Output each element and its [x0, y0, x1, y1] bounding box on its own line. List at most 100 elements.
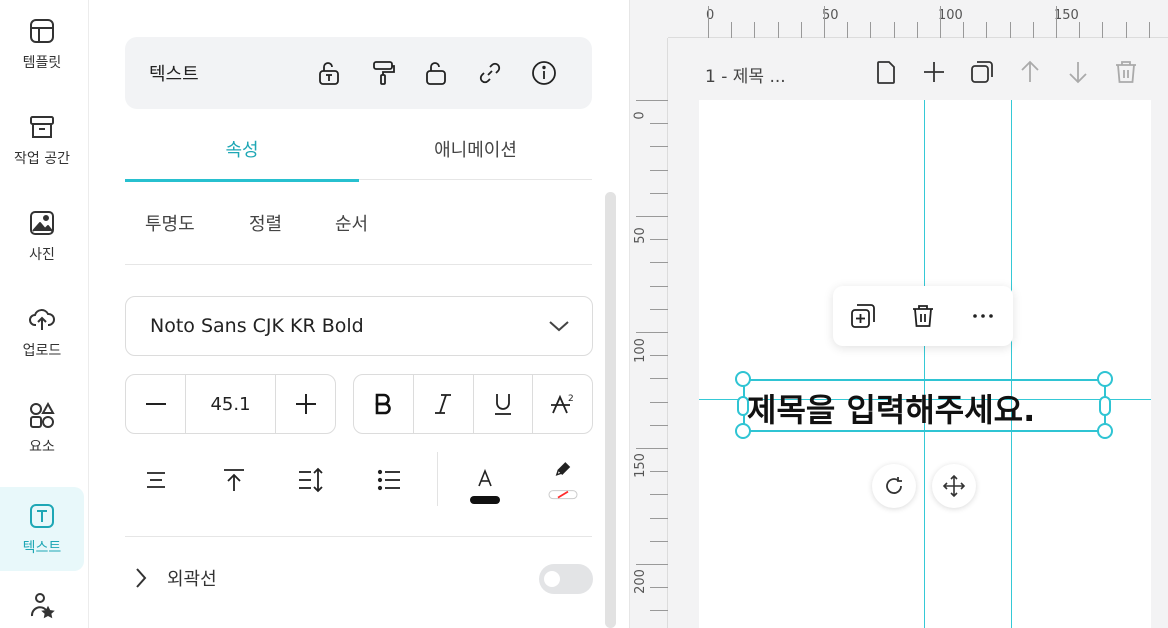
align-top-icon	[224, 469, 244, 491]
ruler-tick	[1032, 22, 1034, 38]
ruler-tick	[940, 6, 941, 38]
subtab-align[interactable]: 정렬	[249, 210, 282, 236]
plus-icon	[295, 394, 316, 414]
ruler-tick	[650, 610, 668, 612]
page-header: 1 - 제목 ...	[668, 38, 1168, 100]
svg-text:2: 2	[568, 394, 574, 404]
decrease-size-button[interactable]	[126, 375, 185, 433]
resize-handle-bottom-left[interactable]	[735, 423, 751, 439]
ruler-tick	[650, 146, 668, 148]
subtab-order[interactable]: 순서	[335, 210, 368, 236]
divider	[125, 536, 592, 537]
chevron-right-icon[interactable]	[133, 567, 149, 589]
align-lines-icon	[147, 472, 165, 488]
vertical-align-top-button[interactable]	[214, 460, 254, 500]
link-button[interactable]	[476, 59, 504, 87]
ruler-top: 0 50 100 150	[668, 0, 1168, 38]
left-nav: 템플릿 작업 공간 사진 업로드 요소 텍스트	[0, 0, 89, 628]
ruler-label: 150	[632, 453, 648, 478]
minus-icon	[145, 403, 166, 405]
underline-button[interactable]	[472, 375, 533, 433]
letter-spacing-button[interactable]	[291, 460, 331, 500]
lock-button[interactable]	[422, 59, 450, 87]
nav-item-text[interactable]: 텍스트	[0, 487, 84, 571]
text-color-swatch	[470, 496, 500, 504]
outline-toggle[interactable]	[539, 564, 593, 594]
italic-icon	[435, 394, 452, 414]
properties-panel: 텍스트 속성 애니메이션 투명도 정렬 순서 Noto Sans CJK KR …	[89, 0, 629, 628]
duplicate-element-button[interactable]	[848, 301, 878, 331]
ruler-tick	[986, 22, 988, 38]
delete-element-button[interactable]	[908, 301, 938, 331]
resize-handle-bottom-right[interactable]	[1097, 423, 1113, 439]
nav-item-templates[interactable]: 템플릿	[0, 2, 84, 86]
font-size-input[interactable]: 45.1	[185, 375, 276, 433]
increase-size-button[interactable]	[276, 375, 335, 433]
ruler-tick	[1148, 22, 1150, 38]
info-button[interactable]	[530, 59, 558, 87]
toolbar-divider	[437, 452, 438, 506]
more-icon	[973, 314, 993, 318]
italic-button[interactable]	[412, 375, 473, 433]
nav-item-workspace[interactable]: 작업 공간	[0, 98, 84, 182]
selected-text-element[interactable]: 제목을 입력해주세요.	[743, 379, 1106, 432]
page-name[interactable]: 1 - 제목 ...	[705, 62, 786, 87]
nav-item-elements[interactable]: 요소	[0, 386, 84, 470]
arrow-up-icon	[1021, 60, 1039, 82]
text-color-button[interactable]	[465, 462, 505, 508]
plus-icon	[924, 62, 944, 82]
list-icon	[377, 469, 400, 491]
resize-handle-left[interactable]	[737, 396, 749, 416]
text-element-content[interactable]: 제목을 입력해주세요.	[747, 385, 1035, 431]
paint-roller-button[interactable]	[369, 59, 397, 87]
ruler-tick	[650, 587, 668, 589]
editor-root: 템플릿 작업 공간 사진 업로드 요소 텍스트 텍스트 속성 애니메이션 투명도…	[0, 0, 1168, 628]
trash-icon	[1116, 61, 1136, 83]
rotate-handle[interactable]	[872, 464, 916, 508]
nav-label: 작업 공간	[14, 151, 70, 167]
ruler-left: 0 50 100 150 200	[630, 38, 668, 628]
tab-properties[interactable]: 속성	[125, 118, 359, 182]
ruler-tick	[650, 517, 668, 519]
superscript-strike-button[interactable]: 2	[532, 375, 592, 433]
move-page-up-button[interactable]	[1016, 58, 1044, 86]
delete-page-button[interactable]	[1112, 58, 1140, 86]
ruler-tick	[1009, 22, 1011, 38]
new-page-button[interactable]	[872, 58, 900, 86]
ruler-tick	[870, 22, 872, 38]
font-family-select[interactable]: Noto Sans CJK KR Bold	[125, 296, 593, 356]
nav-item-upload[interactable]: 업로드	[0, 290, 84, 374]
move-handle[interactable]	[932, 464, 976, 508]
panel-scrollbar[interactable]	[605, 192, 616, 628]
line-spacing-button[interactable]	[136, 460, 176, 500]
bullet-list-button[interactable]	[369, 460, 409, 500]
bold-button[interactable]	[354, 375, 413, 433]
duplicate-page-button[interactable]	[968, 58, 996, 86]
resize-handle-right[interactable]	[1099, 396, 1111, 416]
cloud-upload-icon	[29, 309, 55, 330]
duplicate-plus-icon	[851, 304, 875, 328]
scrollbar-thumb[interactable]	[605, 192, 616, 628]
ruler-tick	[636, 216, 668, 217]
more-options-button[interactable]	[968, 301, 998, 331]
ruler-tick	[893, 22, 895, 38]
design-page[interactable]	[699, 100, 1151, 628]
subtab-opacity[interactable]: 투명도	[145, 210, 195, 236]
nav-item-photos[interactable]: 사진	[0, 194, 84, 278]
outline-label: 외곽선	[167, 569, 217, 590]
ruler-tick	[650, 494, 668, 496]
nav-label: 업로드	[22, 343, 62, 359]
ruler-tick	[650, 401, 668, 403]
add-page-button[interactable]	[920, 58, 948, 86]
nav-item-character[interactable]	[0, 582, 84, 628]
guide-line-vertical	[1011, 100, 1012, 628]
move-page-down-button[interactable]	[1064, 58, 1092, 86]
outline-row: 외곽선	[125, 556, 593, 600]
shapes-icon	[30, 401, 55, 428]
nav-label: 템플릿	[22, 55, 62, 71]
resize-handle-top-left[interactable]	[735, 371, 751, 387]
highlight-color-button[interactable]	[543, 460, 583, 506]
resize-handle-top-right[interactable]	[1097, 371, 1113, 387]
text-lock-button[interactable]	[315, 59, 343, 87]
tab-animation[interactable]: 애니메이션	[359, 118, 592, 180]
